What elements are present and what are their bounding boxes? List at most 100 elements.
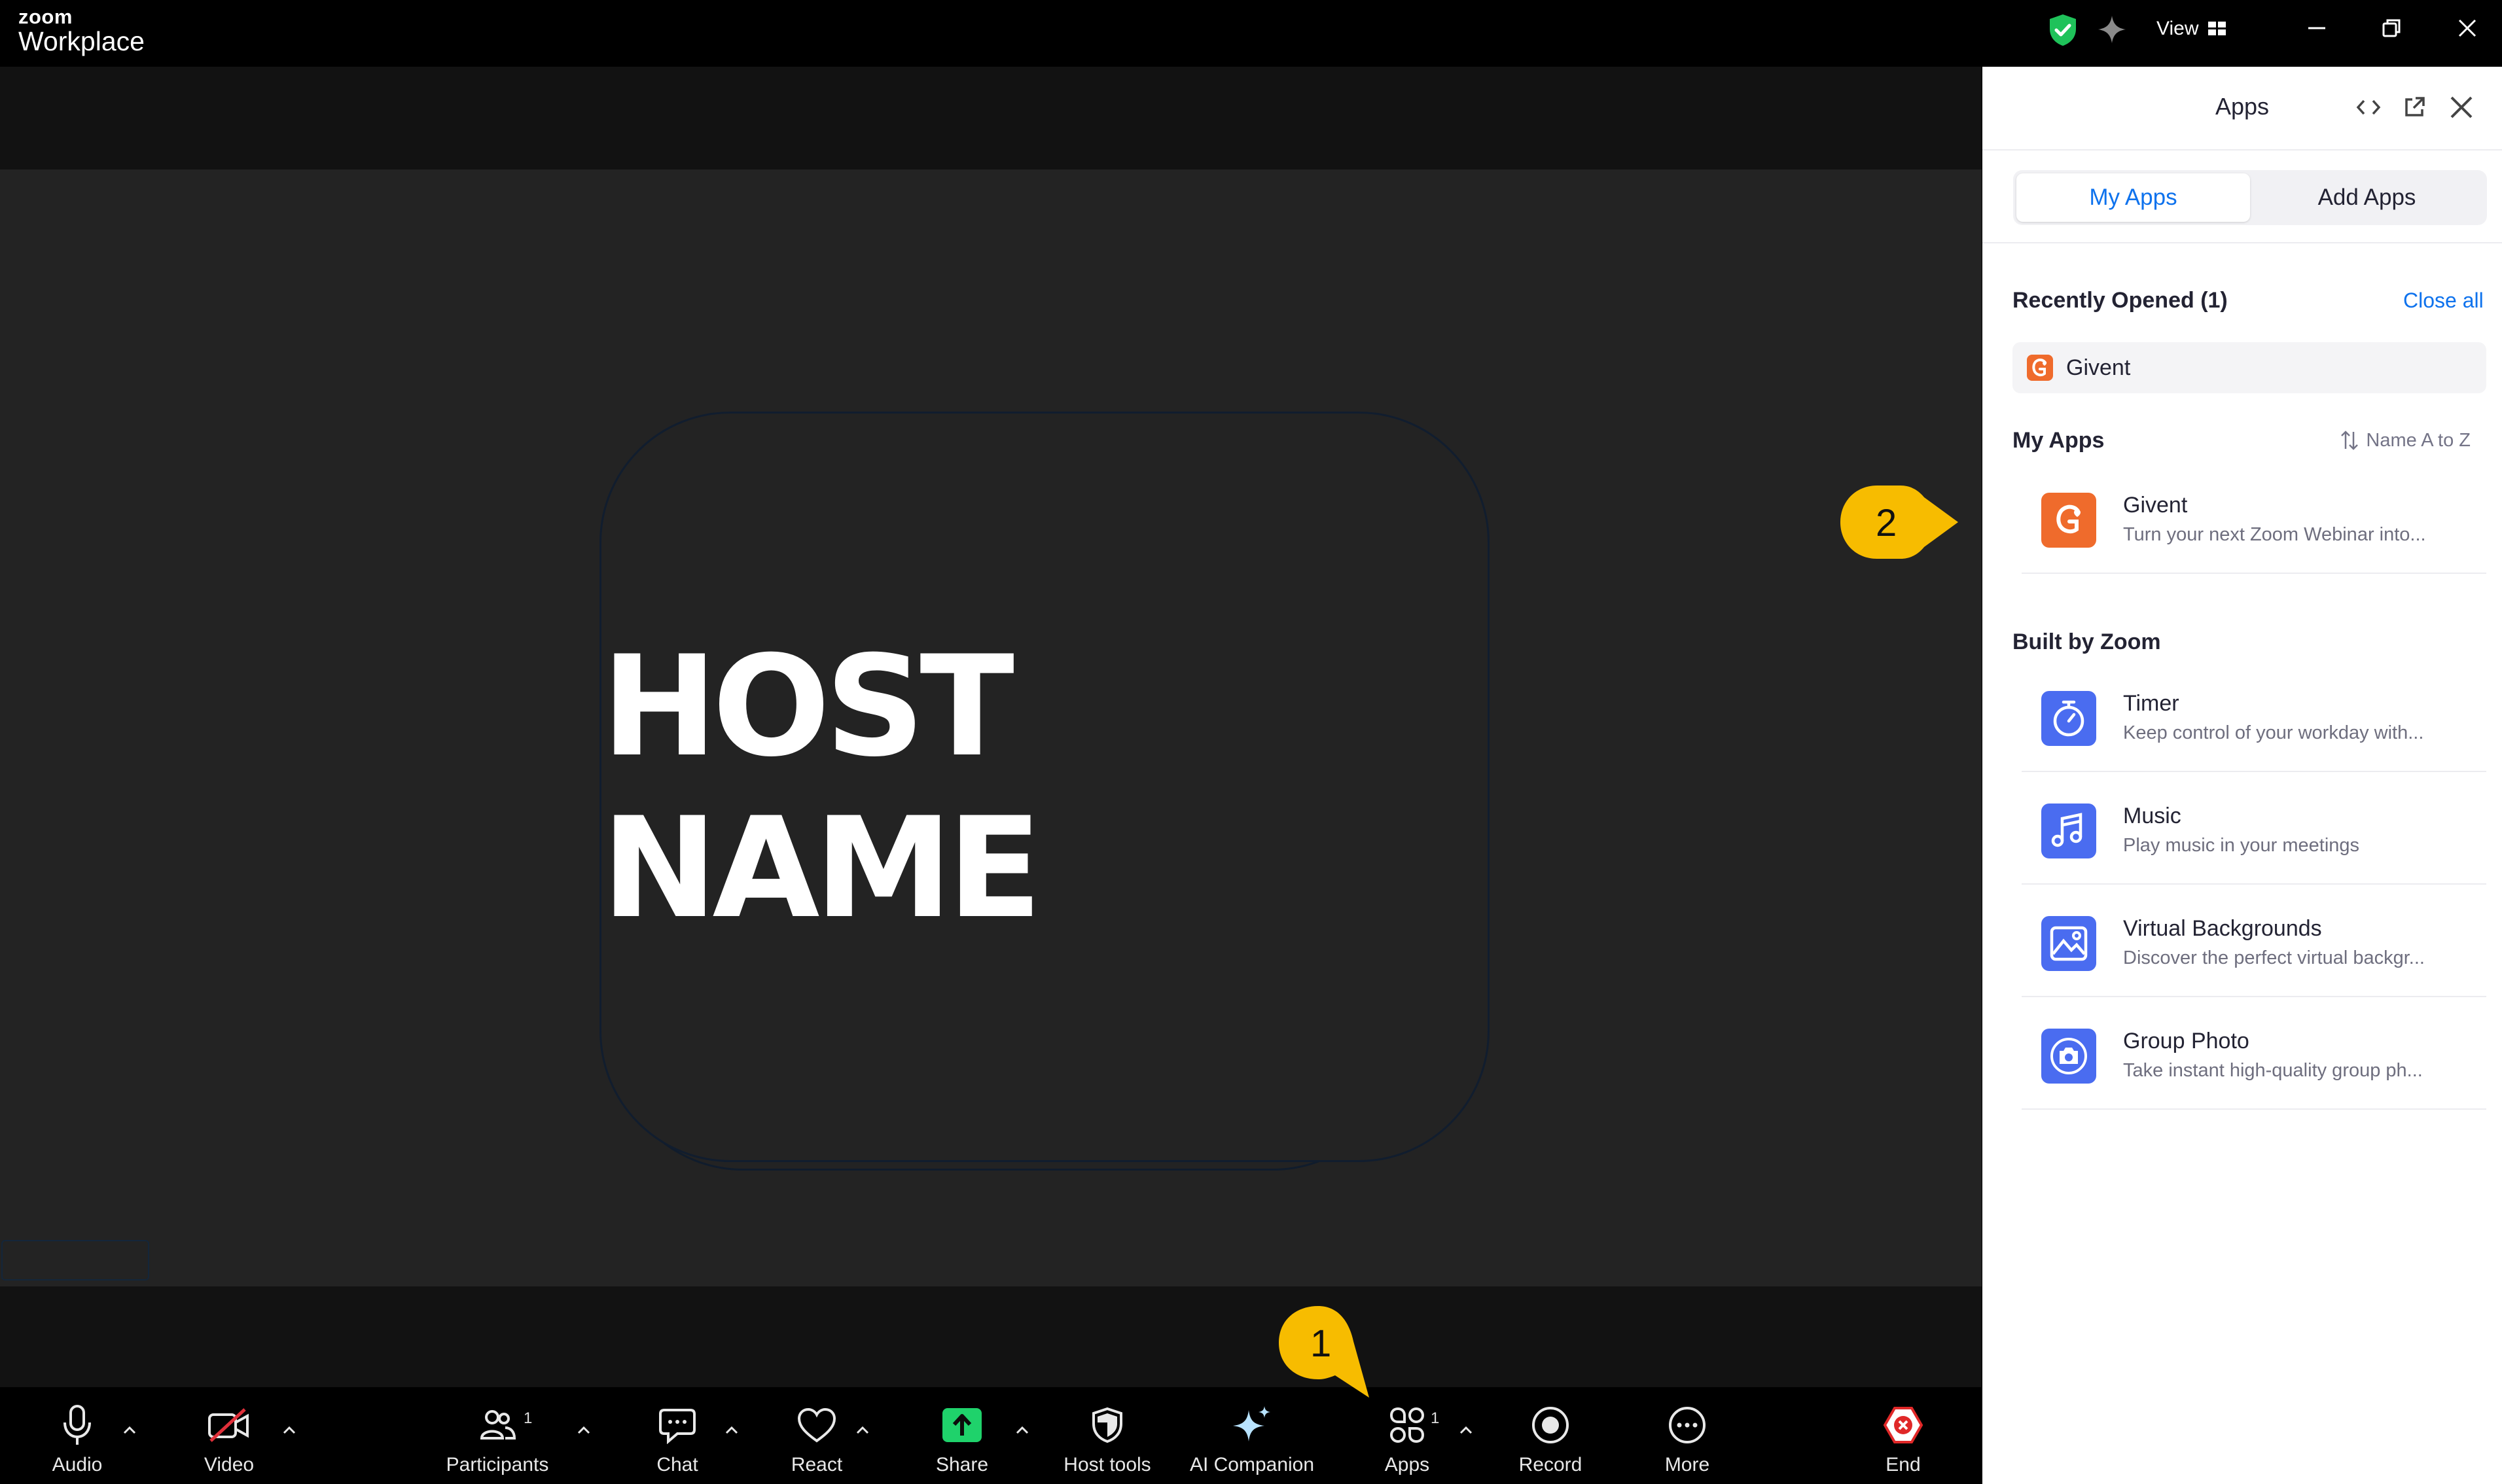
callout-1-number: 1 <box>1310 1322 1332 1365</box>
video-label: Video <box>204 1454 255 1475</box>
share-button[interactable]: Share <box>929 1402 995 1476</box>
participants-label: Participants <box>446 1454 549 1475</box>
host-video-tile[interactable]: HOST NAME <box>599 412 1490 1162</box>
end-button[interactable]: End <box>1877 1402 1929 1476</box>
tabs-divider <box>1982 242 2502 243</box>
grid-view-icon <box>2207 20 2227 37</box>
share-options-caret[interactable] <box>1010 1419 1034 1442</box>
apps-tab-switcher: My Apps Add Apps <box>2013 170 2487 225</box>
givent-icon <box>2027 355 2053 381</box>
participants-button[interactable]: 1 Participants <box>441 1402 554 1476</box>
video-area: HOST NAME <box>0 67 1982 1387</box>
video-off-icon <box>207 1402 251 1449</box>
app-description: Turn your next Zoom Webinar into... <box>2123 524 2426 545</box>
chat-options-caret[interactable] <box>720 1419 743 1442</box>
security-shield-icon[interactable] <box>2047 13 2079 47</box>
tab-add-apps[interactable]: Add Apps <box>2250 173 2484 222</box>
title-bar: zoom Workplace View <box>0 0 2502 67</box>
music-icon <box>2041 804 2096 858</box>
audio-label: Audio <box>52 1454 103 1475</box>
sort-control[interactable]: Name A to Z <box>2340 429 2471 451</box>
app-item-group-photo[interactable]: Group Photo Take instant high-quality gr… <box>2022 1012 2486 1110</box>
close-window-button[interactable] <box>2448 12 2487 44</box>
tab-my-apps[interactable]: My Apps <box>2016 173 2250 222</box>
more-icon <box>1668 1402 1707 1449</box>
sort-label: Name A to Z <box>2366 429 2471 451</box>
participants-options-caret[interactable] <box>572 1419 596 1442</box>
minimize-button[interactable] <box>2297 12 2336 44</box>
header-divider <box>1982 149 2502 150</box>
callout-1: 1 <box>1276 1303 1374 1400</box>
app-name: Music <box>2123 804 2181 828</box>
video-stage: HOST NAME <box>0 169 1982 1286</box>
apps-panel: Apps My Apps Add Apps Recently Opened (1… <box>1982 67 2502 1484</box>
audio-button[interactable]: Audio <box>39 1402 115 1476</box>
participants-count: 1 <box>524 1409 533 1427</box>
ai-companion-button[interactable]: AI Companion <box>1185 1402 1319 1476</box>
host-name-text: HOST NAME <box>601 625 1042 949</box>
app-name: Givent <box>2123 493 2188 518</box>
view-label: View <box>2156 18 2199 39</box>
video-button[interactable]: Video <box>190 1402 268 1476</box>
video-options-caret[interactable] <box>277 1419 301 1442</box>
recent-app-name: Givent <box>2066 355 2131 380</box>
app-name: Group Photo <box>2123 1029 2249 1053</box>
chat-label: Chat <box>656 1454 698 1475</box>
ai-companion-label: AI Companion <box>1189 1454 1315 1475</box>
app-description: Play music in your meetings <box>2123 835 2360 856</box>
ai-sparkle-icon[interactable] <box>2097 14 2127 44</box>
built-by-zoom-title: Built by Zoom <box>2012 629 2161 654</box>
react-label: React <box>791 1454 843 1475</box>
react-options-caret[interactable] <box>851 1419 874 1442</box>
restore-button[interactable] <box>2372 12 2411 44</box>
sort-arrows-icon <box>2340 429 2359 451</box>
more-button[interactable]: More <box>1660 1402 1715 1476</box>
close-panel-icon[interactable] <box>2446 92 2477 123</box>
record-button[interactable]: Record <box>1518 1402 1582 1476</box>
code-embed-icon[interactable] <box>2353 92 2384 123</box>
host-tools-button[interactable]: Host tools <box>1058 1402 1157 1476</box>
pop-out-icon[interactable] <box>2399 92 2430 123</box>
app-item-timer[interactable]: Timer Keep control of your workday with.… <box>2022 674 2486 772</box>
host-tools-label: Host tools <box>1063 1454 1151 1475</box>
apps-icon: 1 <box>1389 1402 1439 1449</box>
camera-icon <box>2041 1029 2096 1084</box>
recent-app-givent[interactable]: Givent <box>2012 342 2486 393</box>
audio-options-caret[interactable] <box>118 1419 141 1442</box>
self-view-thumbnail[interactable] <box>1 1240 149 1281</box>
app-item-music[interactable]: Music Play music in your meetings <box>2022 786 2486 885</box>
givent-icon <box>2041 493 2096 548</box>
app-description: Take instant high-quality group ph... <box>2123 1060 2423 1081</box>
chat-button[interactable]: Chat <box>648 1402 707 1476</box>
brand-workplace-text: Workplace <box>18 26 145 56</box>
chat-icon <box>658 1402 697 1449</box>
react-button[interactable]: React <box>785 1402 848 1476</box>
record-label: Record <box>1518 1454 1582 1475</box>
my-apps-title: My Apps <box>2012 428 2105 453</box>
ai-companion-icon <box>1232 1402 1272 1449</box>
record-icon <box>1531 1402 1570 1449</box>
end-meeting-icon <box>1883 1402 1923 1449</box>
brand-zoom-text: zoom <box>18 5 73 28</box>
app-item-givent[interactable]: Givent Turn your next Zoom Webinar into.… <box>2022 476 2486 574</box>
image-icon <box>2041 916 2096 971</box>
apps-button[interactable]: 1 Apps <box>1380 1402 1439 1476</box>
timer-icon <box>2041 691 2096 746</box>
app-description: Discover the perfect virtual backgr... <box>2123 947 2425 968</box>
share-screen-icon <box>941 1402 983 1449</box>
view-button[interactable]: View <box>2156 14 2227 43</box>
apps-options-caret[interactable] <box>1454 1419 1478 1442</box>
participants-icon: 1 <box>479 1402 532 1449</box>
apps-label: Apps <box>1384 1454 1430 1475</box>
meeting-toolbar: Audio Video 1 Participants Chat React Sh… <box>0 1387 1982 1484</box>
app-name: Virtual Backgrounds <box>2123 916 2322 941</box>
zoom-workplace-logo: zoom Workplace <box>18 7 145 55</box>
close-all-link[interactable]: Close all <box>2403 289 2484 313</box>
heart-icon <box>796 1402 837 1449</box>
microphone-icon <box>61 1402 94 1449</box>
recently-opened-title: Recently Opened (1) <box>2012 288 2228 313</box>
end-label: End <box>1885 1454 1921 1475</box>
host-shield-icon <box>1091 1402 1124 1449</box>
more-label: More <box>1664 1454 1710 1475</box>
app-item-virtual-backgrounds[interactable]: Virtual Backgrounds Discover the perfect… <box>2022 899 2486 997</box>
